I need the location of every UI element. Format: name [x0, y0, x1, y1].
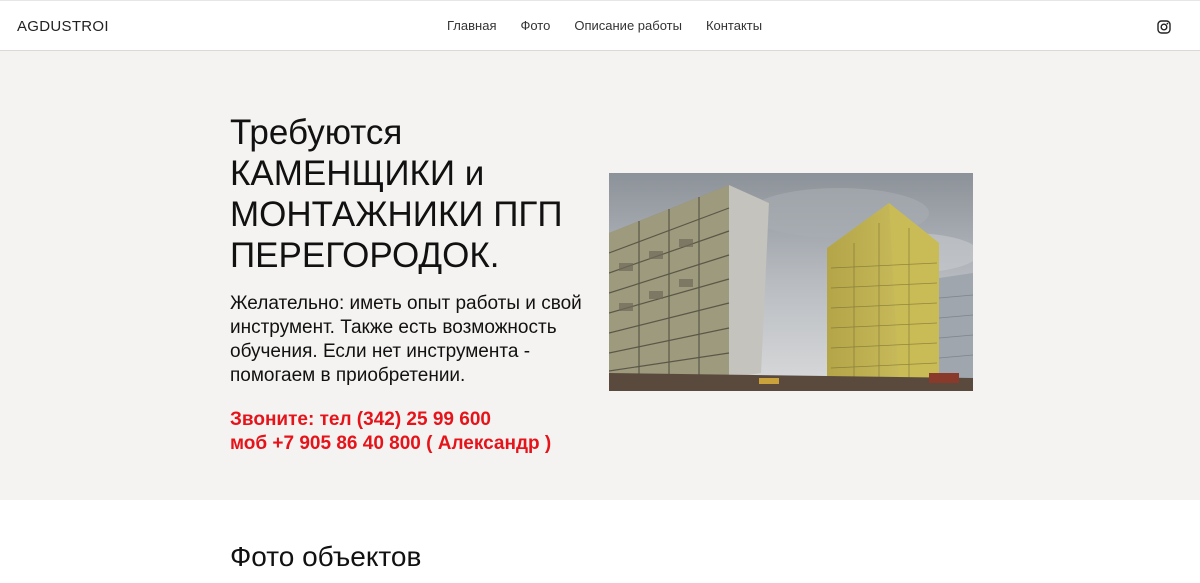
headline-line: Требуются [230, 113, 403, 152]
headline-line: КАМЕНЩИКИ и [230, 154, 485, 193]
contact-phones: Звоните: тел (342) 25 99 600 моб +7 905 … [230, 408, 610, 456]
top-navbar: AGDUSTROI Главная Фото Описание работы К… [0, 0, 1200, 51]
nav-link-contacts[interactable]: Контакты [706, 18, 762, 33]
hero-headline: Требуются КАМЕНЩИКИ и МОНТАЖНИКИ ПГП ПЕР… [230, 112, 610, 276]
main-nav: Главная Фото Описание работы Контакты [447, 18, 762, 33]
site-logo[interactable]: AGDUSTROI [17, 18, 109, 35]
nav-link-home[interactable]: Главная [447, 18, 496, 33]
instagram-icon[interactable] [1157, 20, 1171, 34]
nav-link-photo[interactable]: Фото [520, 18, 550, 33]
phone-mobile: моб +7 905 86 40 800 ( Александр ) [230, 433, 552, 454]
nav-link-work-description[interactable]: Описание работы [574, 18, 682, 33]
photos-section-title: Фото объектов [230, 541, 422, 572]
construction-buildings-photo [609, 173, 973, 391]
headline-line: ПЕРЕГОРОДОК. [230, 236, 500, 275]
hero-description: Желательно: иметь опыт работы и свой инс… [230, 293, 582, 386]
hero-section: Требуются КАМЕНЩИКИ и МОНТАЖНИКИ ПГП ПЕР… [0, 51, 1200, 500]
headline-line: МОНТАЖНИКИ ПГП [230, 195, 563, 234]
phone-landline: Звоните: тел (342) 25 99 600 [230, 409, 491, 430]
